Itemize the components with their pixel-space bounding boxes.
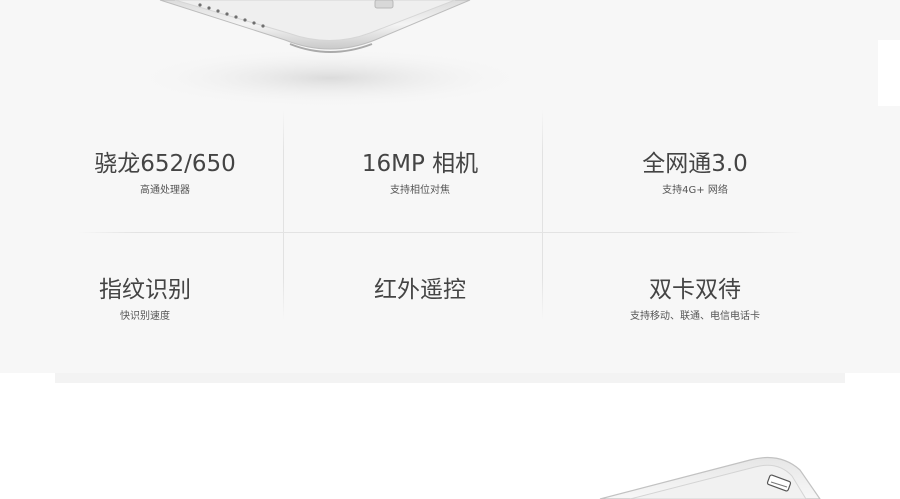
spec-subtitle: 高通处理器 (140, 185, 190, 196)
spec-processor: 骁龙652/650 高通处理器 (45, 150, 285, 198)
phone-illustration-top (130, 0, 530, 108)
row-divider (78, 232, 803, 233)
spec-title: 指纹识别 (99, 277, 191, 303)
spec-subtitle: 快识别速度 (120, 311, 170, 322)
right-edge-box (878, 40, 900, 106)
phone-bottom-image (560, 440, 900, 499)
column-divider-2 (542, 110, 543, 320)
spec-title: 全网通3.0 (642, 151, 748, 177)
spec-fingerprint: 指纹识别 快识别速度 (25, 276, 265, 324)
spec-infrared: 红外遥控 (300, 276, 540, 310)
spec-title: 红外遥控 (374, 277, 466, 303)
column-divider-1 (283, 110, 284, 320)
spec-title: 双卡双待 (649, 277, 741, 303)
specs-panel: 骁龙652/650 高通处理器 16MP 相机 支持相位对焦 全网通3.0 支持… (0, 110, 900, 382)
spec-subtitle: 支持移动、联通、电信电话卡 (630, 311, 760, 322)
panel-bottom-strip (0, 373, 900, 383)
spec-title: 骁龙652/650 (94, 151, 236, 177)
spec-subtitle: 支持4G+ 网络 (662, 185, 728, 196)
spec-subtitle: 支持相位对焦 (390, 185, 450, 196)
phone-illustration-bottom (599, 457, 821, 499)
spec-title: 16MP 相机 (361, 151, 479, 177)
phone-top-image (0, 0, 900, 120)
spec-network: 全网通3.0 支持4G+ 网络 (575, 150, 815, 198)
spec-camera: 16MP 相机 支持相位对焦 (300, 150, 540, 198)
spec-dual-sim: 双卡双待 支持移动、联通、电信电话卡 (575, 276, 815, 324)
